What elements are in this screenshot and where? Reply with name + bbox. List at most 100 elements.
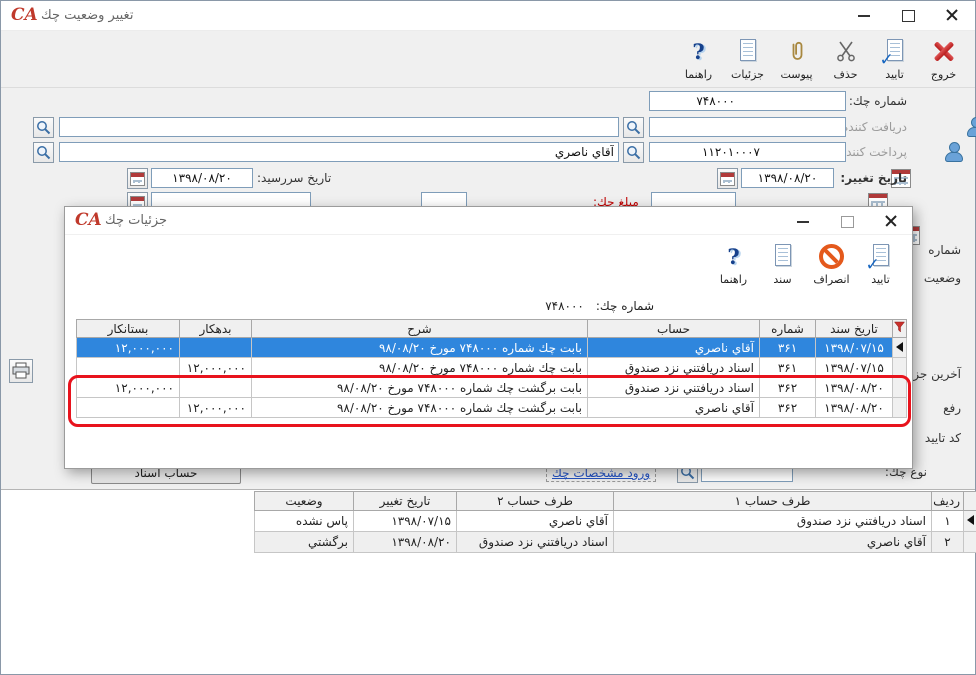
dialog-titlebar: CA جزئيات چك — [65, 207, 912, 235]
due-date-calendar-button[interactable] — [127, 168, 148, 189]
cell-party1: آقاي ناصري — [614, 532, 932, 553]
paperclip-icon — [787, 37, 807, 65]
confirm-button[interactable]: ✓ تاييد — [871, 32, 918, 86]
cell-debit: ۱۲,۰۰۰,۰۰۰ — [180, 358, 252, 378]
search-icon — [626, 145, 641, 160]
payer-search-button[interactable] — [623, 142, 644, 163]
history-row[interactable]: ۱ اسناد دريافتني نزد صندوق آقاي ناصري ۱۳… — [255, 511, 976, 532]
dialog-confirm-button[interactable]: ✓ تاييد — [857, 237, 904, 291]
dialog-minimize-button[interactable] — [796, 214, 810, 228]
entry-row[interactable]: ۱۳۹۸/۰۸/۲۰ ۳۶۲ آقاي ناصري بابت برگشت چك … — [77, 398, 907, 418]
side-label-clear: رفع — [943, 401, 961, 415]
cell-doc-date: ۱۳۹۸/۰۸/۲۰ — [816, 378, 893, 398]
cell-row: ۲ — [932, 532, 964, 553]
app-root: { "app": { "logo_text": "CA" }, "icons":… — [0, 0, 976, 675]
voucher-doc-icon — [772, 244, 794, 269]
app-logo: CA — [75, 210, 102, 230]
minimize-button[interactable] — [857, 8, 871, 22]
exit-icon — [932, 39, 956, 63]
cell-description: بابت چك شماره ۷۴۸۰۰۰ مورخ ۹۸/۰۸/۲۰ — [252, 338, 588, 358]
col-doc-date-header: تاريخ سند — [816, 320, 893, 338]
cell-doc-date: ۱۳۹۸/۰۷/۱۵ — [816, 358, 893, 378]
current-row-marker — [967, 515, 974, 525]
payer-person-icon[interactable] — [945, 142, 963, 162]
check-number-label: شماره چك: — [849, 94, 907, 108]
check-number-input[interactable] — [649, 91, 846, 111]
due-date-input[interactable] — [151, 168, 253, 188]
cell-account: اسناد دريافتني نزد صندوق — [588, 358, 760, 378]
payer-code-input[interactable] — [649, 142, 846, 162]
window-title: تغيير وضعيت چك — [41, 8, 133, 23]
confirm-doc-icon: ✓ — [870, 244, 892, 269]
close-button[interactable] — [945, 8, 959, 22]
cell-credit — [77, 358, 180, 378]
confirm-doc-icon: ✓ — [884, 39, 906, 64]
cell-number: ۳۶۱ — [760, 338, 816, 358]
print-button[interactable] — [9, 359, 33, 383]
receiver-search-button[interactable] — [623, 117, 644, 138]
cell-account: آقاي ناصري — [588, 338, 760, 358]
search-icon — [626, 120, 641, 135]
cell-number: ۳۶۲ — [760, 398, 816, 418]
filter-column-header[interactable] — [893, 320, 907, 338]
receiver-name-input[interactable] — [59, 117, 619, 137]
cell-credit: ۱۲,۰۰۰,۰۰۰ — [77, 338, 180, 358]
dialog-cancel-button[interactable]: انصراف — [808, 237, 855, 291]
cell-party2: آقاي ناصري — [457, 511, 614, 532]
change-date-label: تاريخ تغيير: — [840, 171, 907, 185]
cell-account: آقاي ناصري — [588, 398, 760, 418]
payer-label: پرداخت كننده: — [836, 145, 907, 159]
cell-number: ۳۶۱ — [760, 358, 816, 378]
history-row[interactable]: ۲ آقاي ناصري اسناد دريافتني نزد صندوق ۱۳… — [255, 532, 976, 553]
entry-row[interactable]: ۱۳۹۸/۰۸/۲۰ ۳۶۲ اسناد دريافتني نزد صندوق … — [77, 378, 907, 398]
cell-party1: اسناد دريافتني نزد صندوق — [614, 511, 932, 532]
dialog-help-button[interactable]: ? راهنما — [710, 237, 757, 291]
delete-button[interactable]: حذف — [822, 32, 869, 86]
entry-row[interactable]: ۱۳۹۸/۰۷/۱۵ ۳۶۱ اسناد دريافتني نزد صندوق … — [77, 358, 907, 378]
exit-button[interactable]: خروج — [920, 32, 967, 86]
cell-description: بابت چك شماره ۷۴۸۰۰۰ مورخ ۹۸/۰۸/۲۰ — [252, 358, 588, 378]
window-controls — [857, 1, 959, 29]
col-account-header: حساب — [588, 320, 760, 338]
details-doc-icon — [737, 39, 759, 64]
payer-name-input[interactable] — [59, 142, 619, 162]
dialog-voucher-button[interactable]: سند — [759, 237, 806, 291]
cell-description: بابت برگشت چك شماره ۷۴۸۰۰۰ مورخ ۹۸/۰۸/۲۰ — [252, 378, 588, 398]
receiver-person-icon[interactable] — [967, 117, 976, 137]
receiver-name-search-button[interactable] — [33, 117, 54, 138]
col-number-header: شماره — [760, 320, 816, 338]
calendar-icon — [720, 172, 735, 186]
change-date-calendar-button[interactable] — [717, 168, 738, 189]
dialog-close-button[interactable] — [884, 214, 898, 228]
details-button[interactable]: جزئيات — [724, 32, 771, 86]
col-description-header: شرح — [252, 320, 588, 338]
entry-row[interactable]: ۱۳۹۸/۰۷/۱۵ ۳۶۱ آقاي ناصري بابت چك شماره … — [77, 338, 907, 358]
app-logo: CA — [11, 5, 38, 25]
check-details-dialog: CA جزئيات چك ✓ تاييد انصراف سند ? راهنما… — [64, 206, 913, 469]
main-toolbar: خروج ✓ تاييد حذف پيوست جزئيات ? راهنما — [1, 31, 975, 88]
cell-status: برگشتي — [255, 532, 354, 553]
calendar-icon — [130, 172, 145, 186]
cancel-icon — [819, 244, 844, 269]
marker-column-header — [964, 492, 976, 511]
dialog-controls — [796, 207, 898, 235]
maximize-button[interactable] — [901, 8, 915, 22]
attach-button[interactable]: پيوست — [773, 32, 820, 86]
receiver-code-input[interactable] — [649, 117, 846, 137]
dialog-maximize-button[interactable] — [840, 214, 854, 228]
search-icon — [36, 120, 51, 135]
cell-doc-date: ۱۳۹۸/۰۸/۲۰ — [816, 398, 893, 418]
printer-icon — [11, 362, 31, 380]
change-date-input[interactable] — [741, 168, 834, 188]
check-history-table: رديف طرف حساب ۱ طرف حساب ۲ تاريخ تغيير و… — [254, 491, 976, 553]
cell-change-date: ۱۳۹۸/۰۸/۲۰ — [354, 532, 457, 553]
cell-credit — [77, 398, 180, 418]
cell-debit: ۱۲,۰۰۰,۰۰۰ — [180, 398, 252, 418]
entries-table: تاريخ سند شماره حساب شرح بدهكار بستانكار… — [76, 319, 907, 418]
payer-name-search-button[interactable] — [33, 142, 54, 163]
col-party1-header: طرف حساب ۱ — [614, 492, 932, 511]
col-status-header: وضعيت — [255, 492, 354, 511]
dialog-check-number-label: شماره چك: — [596, 299, 654, 313]
help-button[interactable]: ? راهنما — [675, 32, 722, 86]
dialog-toolbar: ✓ تاييد انصراف سند ? راهنما — [65, 235, 912, 293]
